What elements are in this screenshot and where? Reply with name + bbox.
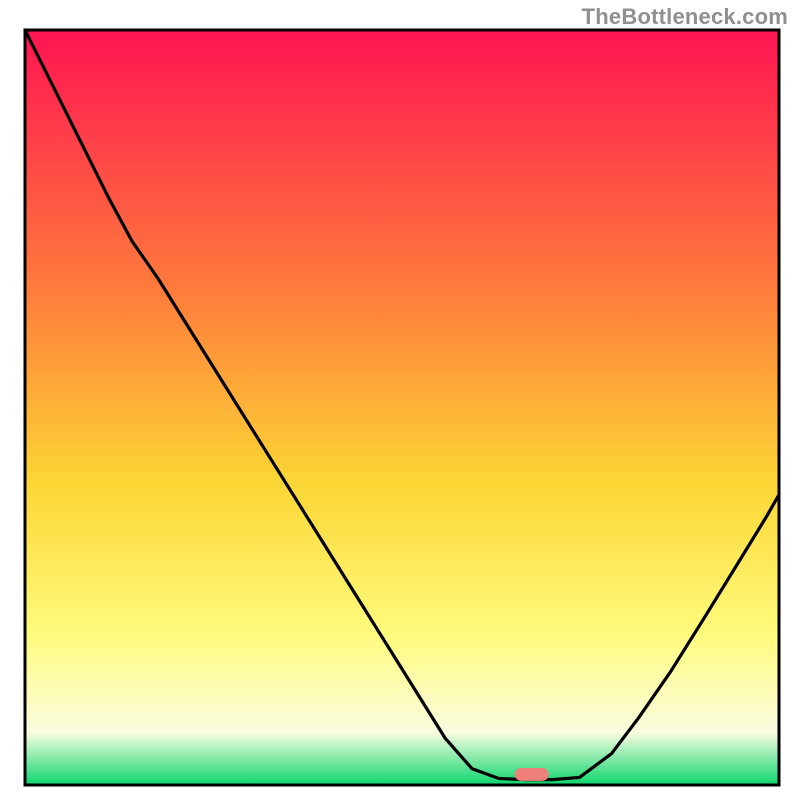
- chart-wrapper: TheBottleneck.com: [0, 0, 800, 800]
- bottleneck-chart: [0, 0, 800, 800]
- valley-marker: [515, 768, 549, 781]
- attribution-text: TheBottleneck.com: [582, 4, 788, 30]
